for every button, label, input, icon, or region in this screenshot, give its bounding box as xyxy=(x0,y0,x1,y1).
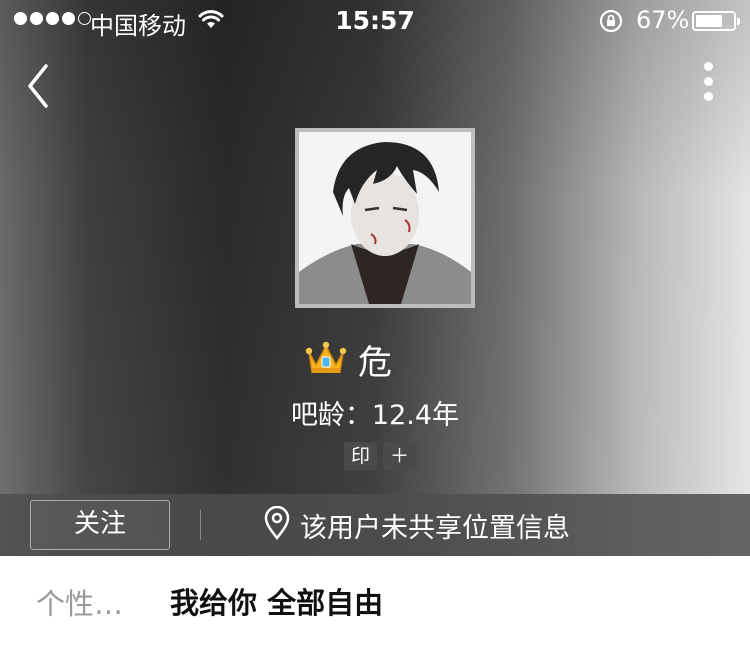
more-vertical-icon xyxy=(704,62,713,71)
tieba-age: 吧龄：12.4年 xyxy=(290,400,460,431)
add-badge-button[interactable]: ＋ xyxy=(383,442,416,470)
battery-percent: 67% xyxy=(636,6,690,34)
more-vertical-icon xyxy=(704,77,713,86)
rotation-lock-icon xyxy=(599,9,623,33)
bio-text: 我给你 全部自由 xyxy=(170,586,384,620)
follow-button[interactable]: 关注 xyxy=(30,500,170,550)
username: 危 xyxy=(358,343,392,383)
location-pin-icon xyxy=(264,506,290,540)
status-bar: 中国移动 15:57 67% xyxy=(0,0,750,42)
seal-badge[interactable]: 印 xyxy=(344,442,377,470)
bio-label: 个性… xyxy=(36,587,124,621)
crown-icon xyxy=(305,341,347,373)
action-bar: 关注 该用户未共享位置信息 xyxy=(0,494,750,556)
chevron-left-icon xyxy=(28,64,48,108)
bio-row: 个性… 我给你 全部自由 xyxy=(0,556,750,649)
location-text: 该用户未共享位置信息 xyxy=(300,513,570,544)
divider xyxy=(200,510,201,540)
battery-icon xyxy=(692,11,740,31)
battery-tip xyxy=(737,18,740,25)
more-button[interactable] xyxy=(698,62,722,106)
user-avatar xyxy=(299,132,471,304)
profile-screen: 中国移动 15:57 67% 危 吧龄：12.4年 印 ＋ 关注 该用户未共享位… xyxy=(0,0,750,649)
back-button[interactable] xyxy=(22,62,62,110)
battery-level xyxy=(696,15,722,27)
avatar[interactable] xyxy=(295,128,475,308)
badge-row: 印 ＋ xyxy=(344,442,416,470)
more-vertical-icon xyxy=(704,92,713,101)
